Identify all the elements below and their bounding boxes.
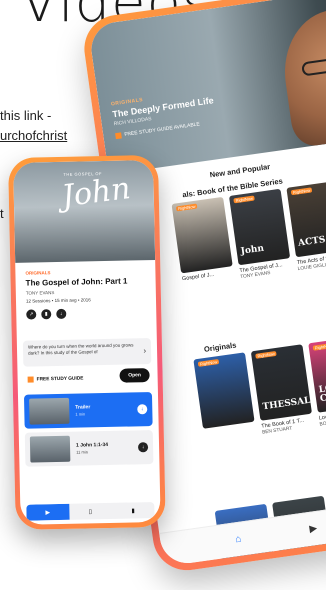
phone-hero-image: THE GOSPEL OF John	[13, 159, 156, 263]
poster-tag: RightNow	[255, 350, 278, 359]
video-card[interactable]: RightNow Gospel of J...	[171, 196, 235, 288]
video-poster: RightNow	[193, 352, 255, 429]
video-poster: RightNow	[171, 196, 233, 274]
phone-study-guide: FREE STUDY GUIDE	[27, 375, 84, 383]
phone-bottom-nav: ▶ ▯ ▮	[26, 502, 155, 521]
download-icon[interactable]: ↓	[137, 404, 148, 415]
phone-meta: 12 Sessions • 15 min avg • 2016	[25, 297, 91, 304]
episode-row[interactable]: Trailer 1 min ↓	[23, 392, 153, 429]
phone-series-title: The Gospel of John: Part 1	[25, 276, 128, 288]
section-title-originals: Originals	[203, 340, 237, 354]
video-card[interactable]: RightNow	[193, 352, 256, 443]
description-text: Where do you turn when the world around …	[27, 342, 134, 356]
episode-text: 1 John 1:1-34 11 min	[76, 441, 138, 455]
episode-text: Trailer 1 min	[75, 403, 137, 416]
episode-row[interactable]: 1 John 1:1-34 11 min ↓	[24, 430, 154, 467]
episode-thumbnail	[29, 397, 70, 425]
episode-duration: 11 min	[76, 449, 88, 455]
study-guide-icon	[115, 132, 122, 140]
phone-screen: THE GOSPEL OF John ORIGINALS The Gospel …	[13, 159, 161, 525]
poster-title: LOVE CHAOS	[318, 381, 326, 405]
video-poster: RightNow THESSALONIANS	[250, 344, 313, 421]
poster-tag: RightNow	[175, 203, 198, 212]
section-title-new-popular: New and Popular	[209, 162, 271, 180]
body-link[interactable]: urchofchrist	[0, 128, 67, 143]
download-icon[interactable]: ↓	[137, 442, 149, 453]
video-card[interactable]: RightNowACTSThe Acts of the ...LOUIE GIG…	[286, 180, 326, 272]
download-icon[interactable]: ↓	[56, 308, 67, 320]
video-poster: RightNow John	[228, 188, 291, 266]
home-icon[interactable]: ⌂	[235, 534, 243, 546]
phone-description[interactable]: Where do you turn when the world around …	[22, 338, 152, 367]
hero-portrait	[276, 2, 326, 149]
poster-title: ACTS	[297, 235, 326, 249]
study-guide-icon	[27, 376, 34, 383]
episode-duration: 1 min	[75, 411, 86, 417]
share-icon[interactable]: ↗	[26, 309, 37, 320]
phone-author: TONY EVANS	[25, 290, 55, 296]
poster-tag: RightNow	[233, 195, 256, 204]
poster-title: THESSALONIANS	[261, 389, 313, 413]
poster-title: John	[240, 243, 265, 257]
body-text-line: this link -	[0, 108, 52, 123]
hero-text-block: ORIGINALS The Deeply Formed Life RICH VI…	[111, 87, 217, 140]
phone-badge: ORIGINALS	[25, 270, 51, 276]
study-guide-label: FREE STUDY GUIDE	[36, 375, 84, 382]
body-text-fragment: t	[0, 206, 4, 221]
chevron-right-icon: ›	[143, 346, 147, 356]
video-card[interactable]: RightNow John The Gospel of J... TONY EVANS	[228, 188, 292, 280]
document-icon[interactable]: ▯	[69, 503, 112, 520]
phone-action-buttons: ↗ ▮ ↓	[26, 308, 67, 320]
poster-tag: RightNow	[290, 187, 313, 196]
poster-tag: RightNow	[312, 342, 326, 351]
open-study-guide-button[interactable]: Open	[119, 368, 150, 383]
video-poster: RightNow ACTS	[286, 180, 326, 258]
bookmark-icon[interactable]: ▶	[309, 523, 318, 535]
play-icon[interactable]: ▶	[26, 503, 70, 521]
tablet-hero-banner[interactable]: ORIGINALS The Deeply Formed Life RICH VI…	[87, 0, 326, 175]
video-poster: RightNow LOVE CHAOS	[308, 336, 326, 413]
poster-tag: RightNow	[197, 358, 220, 367]
video-card[interactable]: RightNow THESSALONIANS The Book of 1 T... B…	[250, 344, 314, 436]
hero-script-title: John	[59, 170, 133, 215]
download-icon[interactable]: ▮	[112, 502, 155, 519]
episode-thumbnail	[29, 435, 71, 463]
bookmark-icon[interactable]: ▮	[41, 309, 52, 320]
phone-device: THE GOSPEL OF John ORIGINALS The Gospel …	[8, 154, 166, 530]
glasses-shape	[301, 52, 326, 77]
